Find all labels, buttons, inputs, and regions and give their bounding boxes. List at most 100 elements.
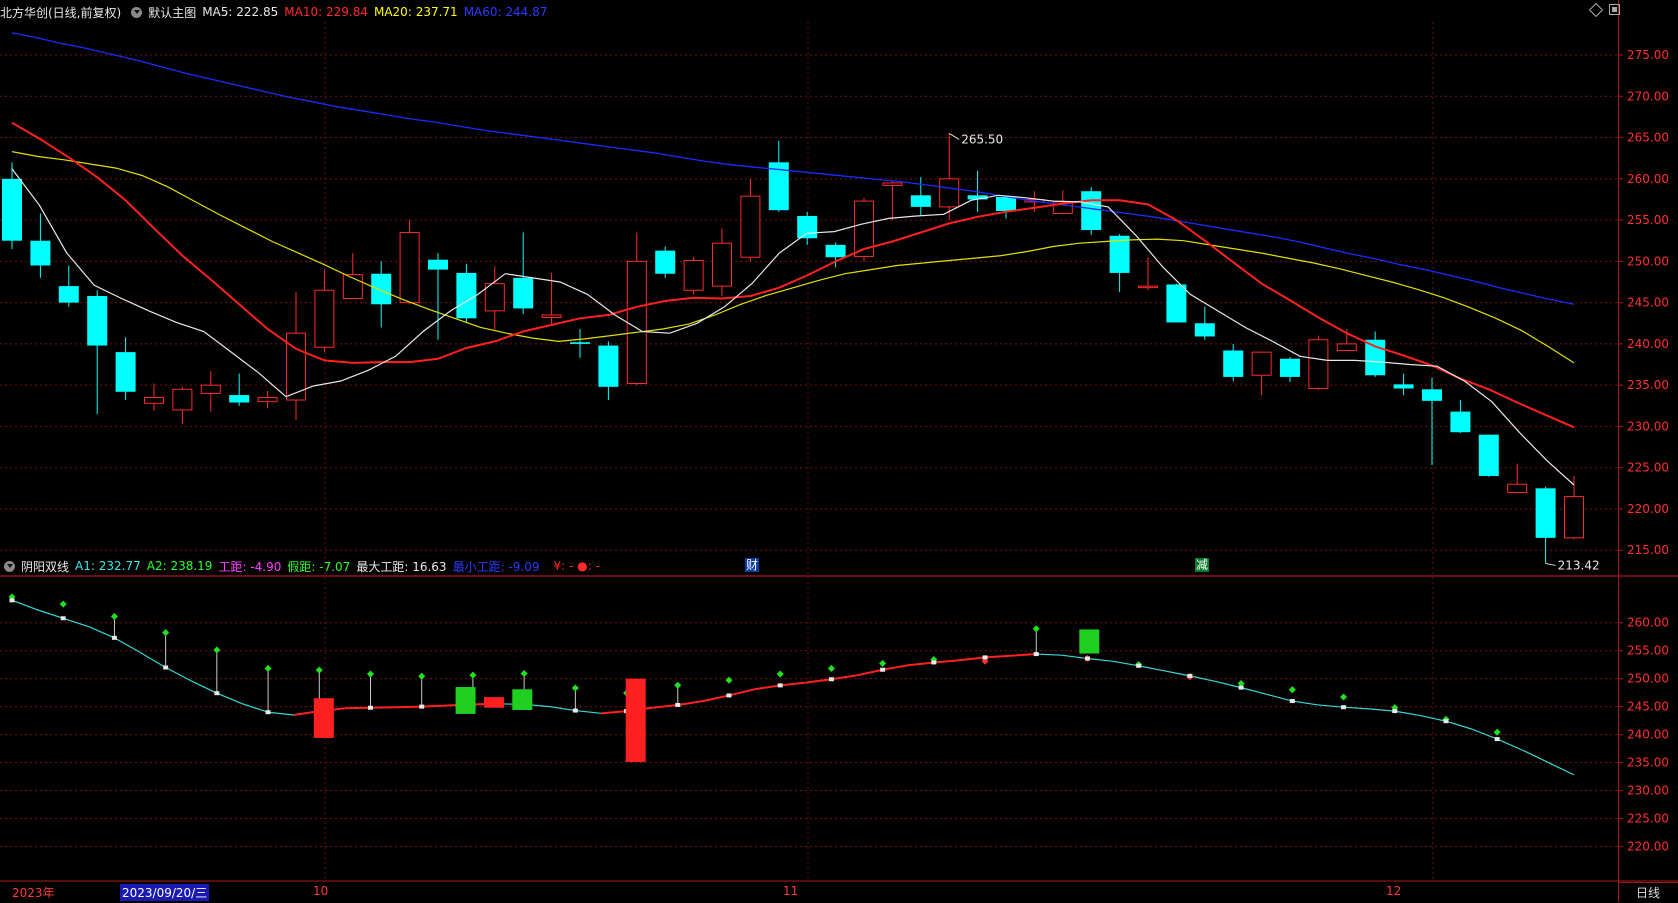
candle-body-down	[598, 345, 619, 387]
pin-icon[interactable]	[1588, 2, 1604, 17]
restore-icon[interactable]	[1609, 4, 1620, 15]
a2-dot	[110, 612, 118, 620]
a1-marker	[1033, 652, 1039, 657]
a1-line-segment	[190, 680, 218, 694]
a2-dot	[879, 659, 887, 667]
a2-dot	[1340, 693, 1348, 701]
a1-line-segment	[882, 664, 909, 671]
template-label[interactable]: 默认主图	[148, 4, 196, 21]
sub-y-tick-label: 220.00	[1627, 839, 1669, 853]
a2-dot	[366, 670, 375, 678]
a1-line-segment	[37, 609, 64, 619]
x-tick-november: 11	[783, 884, 799, 898]
ma5-value: 222.85	[236, 5, 279, 19]
signal-block	[483, 697, 504, 708]
a1-marker	[265, 710, 271, 715]
a1-line-segment	[396, 705, 422, 709]
a2-value: 238.19	[170, 559, 213, 573]
main-y-tick-label: 225.00	[1627, 461, 1669, 475]
candle-body-down	[1450, 411, 1471, 433]
sub-y-tick-label: 245.00	[1627, 700, 1669, 714]
period-button[interactable]: 日线	[1618, 882, 1678, 903]
a1-line-segment	[1240, 687, 1267, 695]
a1-line-segment	[754, 684, 781, 691]
a1-marker	[931, 660, 937, 665]
a1-label: A1: 232.77	[75, 559, 141, 573]
candle-body-up	[712, 242, 732, 287]
a1-line-segment	[344, 706, 371, 710]
a1-line-segment	[549, 706, 576, 712]
candle-body-down	[30, 240, 51, 266]
candle-body-down	[1393, 384, 1414, 389]
a1-marker	[1084, 656, 1090, 661]
a2-dot	[162, 629, 170, 637]
candle-body-up	[1138, 285, 1158, 289]
max-gj-value: 16.63	[412, 559, 447, 574]
main-y-tick-label: 215.00	[1627, 543, 1669, 557]
a1-marker	[163, 665, 169, 670]
candle-body-down	[115, 352, 136, 392]
a1-line-segment	[63, 617, 90, 628]
a1-line-segment	[242, 703, 269, 713]
a1-marker	[982, 655, 988, 660]
candle-body-up	[484, 283, 505, 312]
kline-chart[interactable]: 275.00 270.00 265.00 260.00 255.00 250.00 245.…	[0, 0, 1678, 902]
a1-line-segment	[1061, 654, 1088, 660]
candle-body-up	[882, 182, 903, 186]
candle-body-up	[1507, 483, 1528, 493]
a1-marker	[675, 702, 681, 707]
candle-body-up	[399, 231, 420, 304]
a1-marker	[60, 616, 66, 621]
a2-dot	[264, 664, 272, 672]
min-gj-label: 最小工距: -9.09	[452, 559, 540, 574]
jj-label: 假距: -7.07	[287, 559, 351, 574]
main-chart-header: 北方华创(日线,前复权) 默认主图 MA5: 222.85 MA10: 229.…	[0, 2, 1618, 22]
a2-dot	[674, 681, 682, 689]
ma5-line	[11, 168, 1575, 486]
a1-marker	[1238, 685, 1244, 690]
indicator-name[interactable]: 阴阳双线	[21, 558, 69, 575]
ma20-label: MA20: 237.71	[373, 5, 458, 19]
candle-body-up	[314, 289, 335, 348]
window-controls	[1588, 2, 1620, 17]
a2-dot	[571, 684, 579, 692]
candle-body-down	[570, 342, 590, 344]
candle-body-down	[655, 250, 676, 274]
indicator-dropdown-icon[interactable]	[4, 560, 15, 572]
stock-title: 北方华创(日线,前复权)	[0, 5, 122, 20]
a1-marker	[828, 677, 834, 682]
candle-body-down	[1422, 389, 1442, 401]
a1-line-segment	[1112, 660, 1139, 667]
main-y-tick-label: 265.00	[1627, 131, 1669, 145]
a1-line-segment	[1420, 714, 1447, 722]
a2-dot	[418, 672, 426, 680]
candle-body-up	[1564, 496, 1584, 539]
a1-line-segment	[165, 666, 192, 682]
a1-line-segment	[831, 674, 858, 681]
candle-body-down	[1535, 488, 1556, 538]
a2-dot	[315, 666, 323, 674]
a1-line-segment	[1548, 762, 1575, 776]
template-dropdown-icon[interactable]	[131, 6, 143, 18]
candle-body-down	[58, 286, 79, 303]
main-y-tick-label: 235.00	[1627, 378, 1669, 392]
ma60-label: MA60: 244.87	[463, 5, 548, 19]
a1-marker	[1443, 719, 1449, 724]
candle-body-up	[144, 397, 164, 404]
a1-line-segment	[1036, 653, 1062, 656]
signal-block	[313, 698, 334, 738]
a1-line-segment	[268, 711, 294, 716]
high-marker-label: 265.50	[961, 132, 1003, 146]
candle-body-down	[1194, 323, 1215, 337]
a1-line-segment	[370, 706, 397, 709]
signal-block	[1079, 629, 1100, 654]
candle-body-up	[541, 314, 562, 318]
candle-body-up	[200, 384, 221, 394]
a1-line-segment	[1394, 710, 1421, 717]
a2-dot	[776, 670, 784, 678]
main-y-tick-label: 240.00	[1627, 337, 1669, 351]
a1-line-segment	[216, 692, 243, 705]
candle-body-down	[1223, 350, 1244, 377]
a1-line-segment	[1343, 706, 1370, 710]
a2-dot	[1493, 728, 1501, 736]
